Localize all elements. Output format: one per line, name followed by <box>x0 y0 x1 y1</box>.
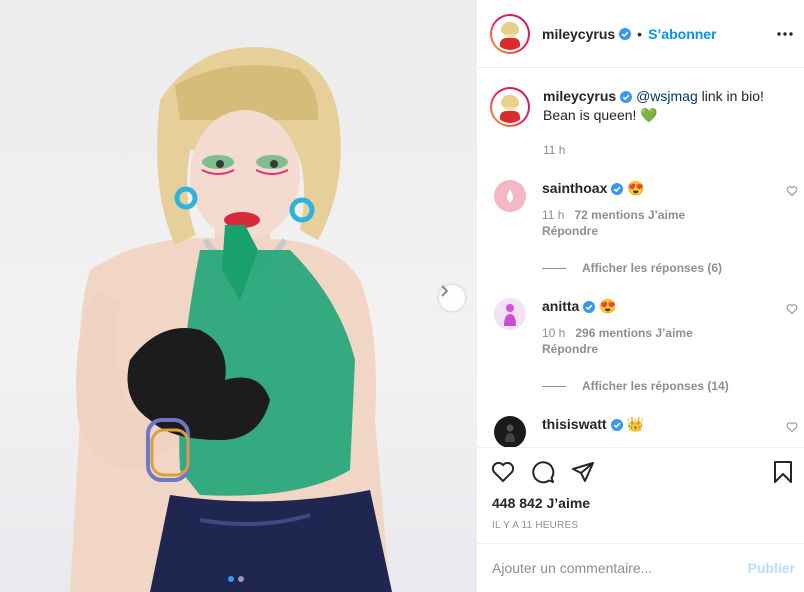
verified-badge-icon <box>610 419 623 432</box>
likes-count[interactable]: 448 842 J’aime <box>492 495 590 511</box>
praying-hands-icon <box>507 189 513 203</box>
post-actions: 448 842 J’aime IL Y A 11 HEURES <box>477 447 804 543</box>
verified-badge-icon <box>619 27 632 40</box>
header-separator: • <box>637 25 643 42</box>
view-replies-button[interactable]: Afficher les réponses (6) <box>542 261 722 275</box>
verified-badge-icon <box>611 183 624 196</box>
author-avatar[interactable] <box>490 13 530 54</box>
follow-button[interactable]: S’abonner <box>648 26 716 42</box>
person-silhouette-icon <box>505 424 515 442</box>
post-photo[interactable] <box>0 0 476 592</box>
caption-mention-link[interactable]: @wsjmag <box>636 88 698 104</box>
publish-button[interactable]: Publier <box>748 560 795 576</box>
like-comment-heart-icon[interactable] <box>786 185 798 197</box>
comment-item: sainthoax 😍 11 h 72 mentions J’aime Répon… <box>494 180 804 238</box>
chevron-right-icon <box>441 285 449 297</box>
comment-item: thisiswatt 👑 <box>494 416 804 447</box>
comment-username[interactable]: sainthoax <box>542 180 607 196</box>
heart-icon[interactable] <box>491 460 515 484</box>
green-heart-emoji: 💚 <box>640 107 658 123</box>
view-replies-label: Afficher les réponses (14) <box>582 379 729 393</box>
carousel-indicator <box>228 576 244 582</box>
comment-avatar[interactable] <box>494 298 526 330</box>
view-replies-label: Afficher les réponses (6) <box>582 261 723 275</box>
photo-illustration <box>70 47 392 592</box>
view-replies-line <box>542 267 566 269</box>
comment-avatar[interactable] <box>494 180 526 212</box>
verified-badge-icon <box>620 91 633 104</box>
carousel-dot <box>238 576 244 582</box>
share-icon[interactable] <box>571 460 595 484</box>
like-comment-heart-icon[interactable] <box>786 421 798 433</box>
verified-badge-icon <box>583 301 596 314</box>
comment-avatar[interactable] <box>494 416 526 447</box>
post-header: mileycyrus • S’abonner <box>477 0 804 68</box>
caption-text: link in bio! <box>697 88 764 104</box>
post-timestamp[interactable]: IL Y A 11 HEURES <box>492 520 578 531</box>
comment-text: 👑 <box>626 416 644 432</box>
carousel-dot-active <box>228 576 234 582</box>
view-replies-line <box>542 385 566 387</box>
comment-likes[interactable]: 296 mentions J’aime <box>575 326 692 340</box>
caption-author-avatar[interactable] <box>490 87 530 127</box>
comment-item: anitta 😍 10 h 296 mentions J’aime Répondr… <box>494 298 804 356</box>
add-comment-input[interactable] <box>492 560 748 576</box>
comment-time[interactable]: 10 h <box>542 326 565 340</box>
post-details-panel: mileycyrus • S’abonner mileycyrus @wsjma… <box>476 0 804 592</box>
reply-button[interactable]: Répondre <box>542 224 685 238</box>
comment-text: 😍 <box>627 180 645 196</box>
view-replies-button[interactable]: Afficher les réponses (14) <box>542 379 729 393</box>
next-photo-button[interactable] <box>439 285 465 311</box>
caption-username[interactable]: mileycyrus <box>543 88 616 104</box>
post-caption: mileycyrus @wsjmag link in bio! Bean is … <box>490 87 783 160</box>
bookmark-icon[interactable] <box>771 460 795 484</box>
comment-likes[interactable]: 72 mentions J’aime <box>574 208 685 222</box>
comment-username[interactable]: anitta <box>542 298 579 314</box>
author-username[interactable]: mileycyrus <box>542 26 615 42</box>
comment-username[interactable]: thisiswatt <box>542 416 607 432</box>
comment-time[interactable]: 11 h <box>542 208 564 222</box>
comment-text: 😍 <box>599 298 617 314</box>
person-silhouette-icon <box>504 304 516 326</box>
reply-button[interactable]: Répondre <box>542 342 693 356</box>
comment-icon[interactable] <box>531 460 555 484</box>
like-comment-heart-icon[interactable] <box>786 303 798 315</box>
add-comment-bar: Publier <box>477 543 804 592</box>
more-horizontal-icon[interactable] <box>775 24 795 44</box>
caption-time[interactable]: 11 h <box>543 141 783 160</box>
caption-text-line2: Bean is queen! <box>543 107 637 123</box>
comments-list[interactable]: mileycyrus @wsjmag link in bio! Bean is … <box>477 69 804 447</box>
